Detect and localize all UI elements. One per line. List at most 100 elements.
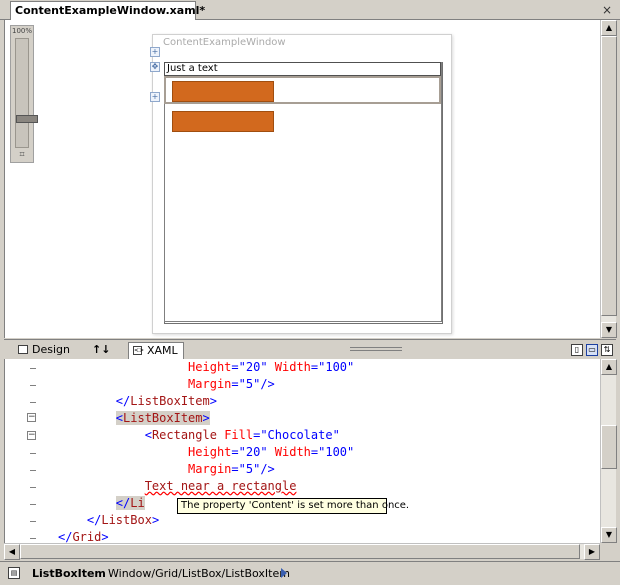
outline-tick: [30, 470, 36, 471]
design-vertical-scrollbar[interactable]: ▲ ▼: [600, 20, 617, 338]
view-splitter-bar: Design ↑↓ <> XAML ▯ ▭ ⇅: [4, 339, 616, 360]
tab-xaml-label: XAML: [147, 344, 178, 357]
code-token: </: [115, 394, 131, 408]
code-line[interactable]: </ListBox>: [58, 512, 600, 529]
outline-tick: [30, 368, 36, 369]
code-token: <: [144, 428, 152, 442]
code-token: Fill: [224, 428, 254, 442]
editor-horizontal-scrollbar[interactable]: ◀ ▶: [4, 543, 600, 560]
code-token: Width: [274, 445, 311, 459]
collapse-pane-icon[interactable]: ⇅: [601, 344, 613, 356]
code-token: =": [231, 360, 246, 374]
code-token: ": [332, 428, 340, 442]
code-token: Height: [188, 360, 232, 374]
splitter-grip[interactable]: [350, 347, 402, 351]
scroll-thumb[interactable]: [20, 544, 580, 559]
error-tooltip: The property 'Content' is set more than …: [177, 498, 409, 514]
document-tab[interactable]: ContentExampleWindow.xaml*: [10, 1, 205, 21]
scroll-down-button[interactable]: ▼: [601, 527, 617, 543]
code-token: 5: [245, 462, 254, 476]
code-token: Margin: [188, 377, 232, 391]
code-token: >: [209, 394, 217, 408]
code-token: Grid: [72, 530, 102, 543]
code-line[interactable]: <ListBoxItem>: [58, 410, 600, 427]
scroll-up-button[interactable]: ▲: [601, 20, 617, 36]
zoom-knob[interactable]: [16, 115, 38, 123]
element-breadcrumb[interactable]: Window/Grid/ListBox/ListBoxItem: [108, 566, 290, 582]
code-content: Text near a rectangle: [145, 479, 297, 493]
breadcrumb-expand-icon[interactable]: [281, 568, 287, 578]
code-content: </ListBoxItem>: [116, 394, 217, 408]
code-content: <ListBoxItem>: [115, 411, 210, 425]
code-token: =": [253, 428, 268, 442]
chocolate-rectangle[interactable]: [172, 111, 274, 132]
window-title: ContentExampleWindow: [163, 37, 286, 48]
zoom-slider[interactable]: 100% ⌗: [10, 25, 38, 163]
move-handle-icon[interactable]: ✥: [150, 62, 160, 72]
horizontal-split-icon[interactable]: ▭: [586, 344, 598, 356]
chocolate-rectangle[interactable]: [172, 81, 274, 102]
code-content: Margin="5"/>: [188, 462, 275, 476]
grid-adorner-icon[interactable]: +: [150, 47, 160, 57]
code-line[interactable]: Margin="5"/>: [58, 376, 600, 393]
zoom-fit-icon[interactable]: ⌗: [15, 149, 29, 161]
code-token: 5: [245, 377, 254, 391]
scroll-up-button[interactable]: ▲: [601, 359, 617, 375]
code-token: =": [310, 360, 326, 374]
code-token: </: [86, 513, 102, 527]
vertical-split-icon[interactable]: ▯: [571, 344, 583, 356]
code-line[interactable]: Height="20" Width="100": [58, 359, 600, 376]
scroll-thumb[interactable]: [601, 425, 617, 469]
code-token: ": [347, 360, 355, 374]
scroll-left-button[interactable]: ◀: [4, 544, 20, 560]
code-token: >: [101, 530, 109, 543]
selected-element-name[interactable]: ListBoxItem: [32, 566, 106, 582]
editor-vertical-scrollbar[interactable]: ▲ ▼: [600, 359, 617, 543]
code-line[interactable]: Height="20" Width="100": [58, 444, 600, 461]
scroll-right-button[interactable]: ▶: [584, 544, 600, 560]
code-token: ": [260, 445, 275, 459]
code-token: ListBox: [101, 513, 152, 527]
xaml-view-icon: <>: [133, 346, 145, 355]
code-line[interactable]: <Rectangle Fill="Chocolate": [58, 427, 600, 444]
tab-xaml[interactable]: <> XAML: [128, 342, 184, 360]
code-token: >: [202, 411, 210, 425]
code-content: Margin="5"/>: [188, 377, 275, 391]
code-line[interactable]: </ListBoxItem>: [58, 393, 600, 410]
outline-tick: [30, 538, 36, 539]
code-token: =": [231, 377, 246, 391]
close-document-button[interactable]: ×: [600, 3, 614, 17]
code-token: <: [115, 411, 124, 425]
grid-adorner-icon[interactable]: +: [150, 92, 160, 102]
code-token: Margin: [188, 462, 232, 476]
zoom-track[interactable]: [15, 38, 38, 148]
code-line[interactable]: Margin="5"/>: [58, 461, 600, 478]
scroll-thumb[interactable]: [601, 36, 617, 316]
code-token: =": [231, 445, 246, 459]
scroll-down-button[interactable]: ▼: [601, 322, 617, 338]
code-line[interactable]: </Grid>: [58, 529, 600, 543]
swap-panes-button[interactable]: ↑↓: [92, 342, 110, 358]
element-icon: ▤: [8, 567, 20, 579]
outline-tick: [30, 504, 36, 505]
tab-design[interactable]: Design: [16, 342, 70, 358]
outline-tick: [30, 402, 36, 403]
code-token: Height: [188, 445, 232, 459]
code-token: =": [310, 445, 326, 459]
code-line[interactable]: Text near a rectangle: [58, 478, 600, 495]
fold-collapse-icon[interactable]: −: [27, 431, 36, 440]
code-token: ": [260, 360, 275, 374]
xaml-code-editor[interactable]: Height="20" Width="100" Margin="5"/> </L…: [4, 359, 600, 543]
code-token: 20: [245, 360, 261, 374]
fold-collapse-icon[interactable]: −: [27, 413, 36, 422]
listbox-item-text[interactable]: Just a text: [164, 62, 441, 76]
code-token: ": [347, 445, 355, 459]
code-token: ListBoxItem: [130, 394, 210, 408]
code-content: </Grid>: [58, 530, 109, 543]
